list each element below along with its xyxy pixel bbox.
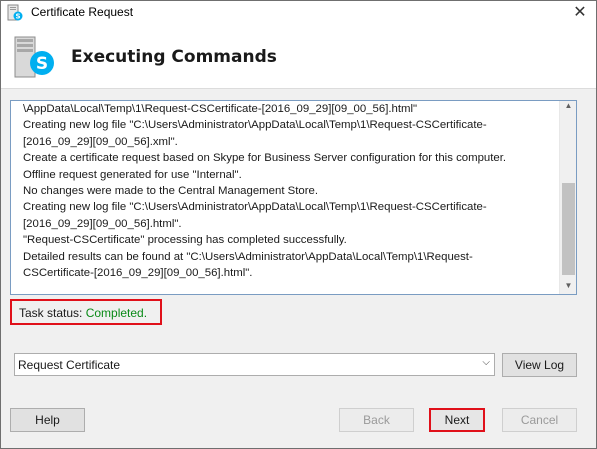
svg-text:S: S xyxy=(36,54,48,74)
view-log-button[interactable]: View Log xyxy=(502,353,577,377)
log-line: "Request-CSCertificate" processing has c… xyxy=(23,234,347,247)
task-select-dropdown[interactable]: Request Certificate ⌵ xyxy=(14,353,495,376)
task-status-label: Task status: xyxy=(19,306,86,320)
chevron-down-icon: ⌵ xyxy=(482,357,490,368)
log-line: [2016_09_29][09_00_56].xml". xyxy=(23,135,178,148)
log-scrollbar[interactable]: ▲ ▼ xyxy=(559,101,576,294)
page-title: Executing Commands xyxy=(71,47,277,67)
command-output-log[interactable]: \AppData\Local\Temp\1\Request-CSCertific… xyxy=(10,100,577,295)
log-line: [2016_09_29][09_00_56].html". xyxy=(23,217,182,230)
task-status-text: Task status: Completed. xyxy=(19,306,147,320)
log-line: No changes were made to the Central Mana… xyxy=(23,185,319,198)
log-line: Detailed results can be found at "C:\Use… xyxy=(23,250,473,263)
scroll-thumb[interactable] xyxy=(562,183,575,275)
certificate-request-window: S Certificate Request ✕ S Executing Comm… xyxy=(0,0,597,449)
scroll-down-icon[interactable]: ▼ xyxy=(560,277,576,294)
task-status: Task status: Completed. xyxy=(10,299,162,325)
task-select-value: Request Certificate xyxy=(18,358,121,372)
svg-text:S: S xyxy=(15,13,20,21)
next-button[interactable]: Next xyxy=(429,408,485,432)
log-line: Offline request generated for use "Inter… xyxy=(23,168,242,181)
log-line: CSCertificate-[2016_09_29][09_00_56].htm… xyxy=(23,267,253,280)
help-button[interactable]: Help xyxy=(10,408,85,432)
wizard-header: S Executing Commands xyxy=(1,25,596,89)
skype-server-icon: S xyxy=(14,36,54,78)
skype-certificate-icon: S xyxy=(7,4,23,21)
log-line: Creating new log file "C:\Users\Administ… xyxy=(23,201,487,214)
task-status-value: Completed. xyxy=(85,306,148,320)
log-text: \AppData\Local\Temp\1\Request-CSCertific… xyxy=(23,101,553,281)
back-button[interactable]: Back xyxy=(339,408,414,432)
close-button[interactable]: ✕ xyxy=(570,3,590,23)
log-line: \AppData\Local\Temp\1\Request-CSCertific… xyxy=(23,103,418,115)
log-line: Creating new log file "C:\Users\Administ… xyxy=(23,119,487,132)
window-title: Certificate Request xyxy=(31,5,134,19)
scroll-up-icon[interactable]: ▲ xyxy=(560,101,576,111)
cancel-button[interactable]: Cancel xyxy=(502,408,577,432)
title-bar: S Certificate Request ✕ xyxy=(1,1,596,25)
log-line: Create a certificate request based on Sk… xyxy=(23,152,507,165)
